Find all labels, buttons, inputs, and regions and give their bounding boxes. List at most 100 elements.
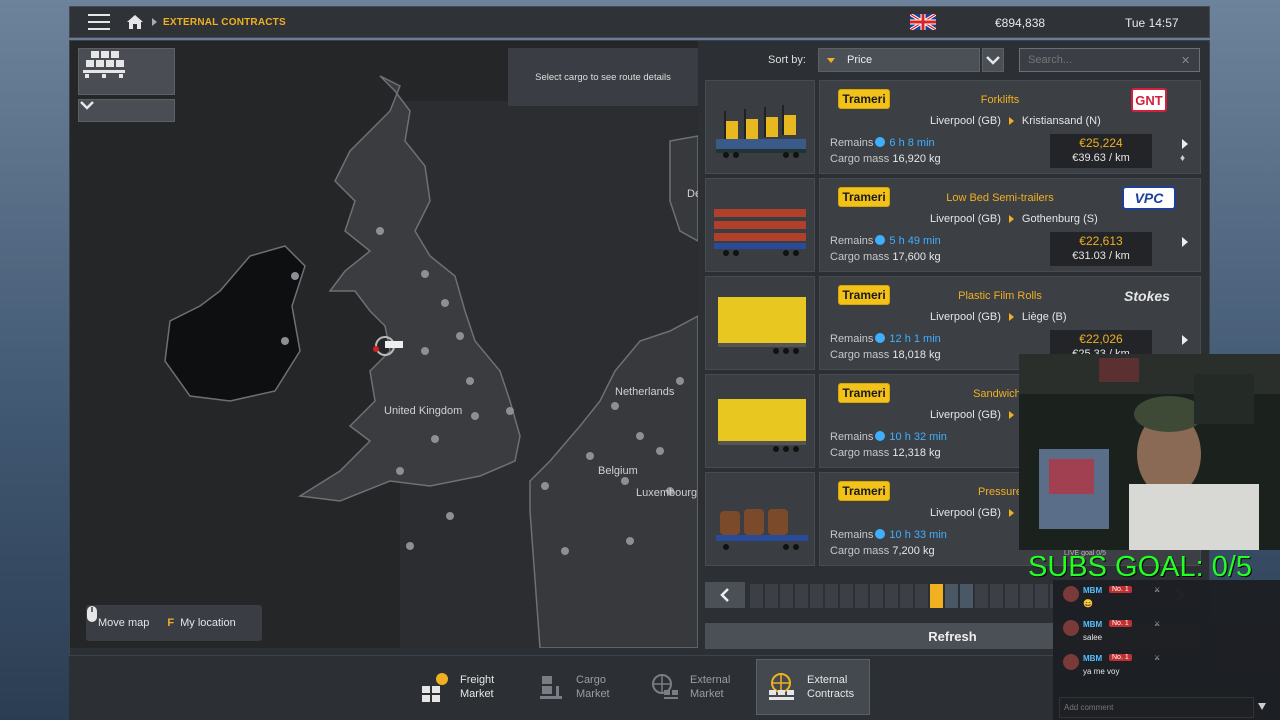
remains-row: Remains 12 h 1 min bbox=[830, 333, 941, 345]
chevron-right-icon[interactable] bbox=[1182, 237, 1188, 247]
tab-external-contracts[interactable]: External Contracts bbox=[756, 659, 870, 715]
sort-select[interactable]: Price bbox=[818, 48, 980, 72]
route-from: Liverpool (GB) bbox=[930, 213, 1001, 225]
page-segment[interactable] bbox=[810, 584, 823, 608]
breadcrumb[interactable]: EXTERNAL CONTRACTS bbox=[163, 17, 286, 28]
route-from: Liverpool (GB) bbox=[930, 311, 1001, 323]
company-logo: Trameri bbox=[838, 383, 890, 403]
webcam-overlay bbox=[1019, 354, 1280, 550]
menu-icon[interactable] bbox=[88, 14, 110, 30]
page-segment[interactable] bbox=[990, 584, 1003, 608]
page-segment[interactable] bbox=[825, 584, 838, 608]
chevron-right-icon[interactable] bbox=[1182, 139, 1188, 149]
chat-username: MBM bbox=[1083, 620, 1103, 629]
offer-details[interactable]: Trameri Forklifts Liverpool (GB) Kristia… bbox=[819, 80, 1201, 174]
cargo-filter-button[interactable] bbox=[78, 48, 175, 95]
page-segment[interactable] bbox=[945, 584, 958, 608]
remains-value: 6 h 8 min bbox=[889, 137, 935, 149]
page-segment[interactable] bbox=[765, 584, 778, 608]
offer-details[interactable]: Trameri Low Bed Semi-trailers Liverpool … bbox=[819, 178, 1201, 272]
mass-row: Cargo mass 7,200 kg bbox=[830, 545, 935, 557]
page-segment[interactable] bbox=[1035, 584, 1048, 608]
cargo-name: Plastic Film Rolls bbox=[958, 290, 1042, 302]
clock-icon bbox=[875, 137, 886, 147]
sort-direction-icon bbox=[827, 57, 835, 63]
price: €22,613 bbox=[1079, 234, 1123, 248]
page-segment[interactable] bbox=[870, 584, 883, 608]
company-logo: Trameri bbox=[838, 89, 890, 109]
chat-input[interactable] bbox=[1059, 697, 1254, 718]
tab-cargo-market-line1: Cargo bbox=[576, 674, 606, 686]
curtain-trailer-cargo-image bbox=[705, 374, 815, 468]
move-map-label: Move map bbox=[98, 617, 150, 629]
page-segment[interactable] bbox=[1005, 584, 1018, 608]
company-logo: Trameri bbox=[838, 285, 890, 305]
page-segment[interactable] bbox=[915, 584, 928, 608]
mass-label: Cargo mass bbox=[830, 545, 890, 557]
avatar bbox=[1063, 620, 1079, 636]
tab-external-market[interactable]: External Market bbox=[640, 659, 754, 715]
moderator-icon: ⚔ bbox=[1154, 655, 1161, 662]
map-label-luxembourg: Luxembourg bbox=[636, 487, 698, 499]
previous-page-button[interactable] bbox=[705, 582, 745, 608]
tab-external-contracts-line1: External bbox=[807, 674, 848, 686]
page-segment[interactable] bbox=[960, 584, 973, 608]
pressure-vessels-cargo-image bbox=[705, 472, 815, 566]
cargo-pallet-icon bbox=[83, 51, 125, 78]
page-segment[interactable] bbox=[975, 584, 988, 608]
page-segment[interactable] bbox=[840, 584, 853, 608]
close-icon[interactable]: ✕ bbox=[1181, 54, 1190, 67]
chevron-left-icon bbox=[720, 588, 729, 602]
offer-row[interactable]: Trameri Low Bed Semi-trailers Liverpool … bbox=[705, 178, 1201, 272]
mass-row: Cargo mass 18,018 kg bbox=[830, 349, 941, 361]
tab-external-market-line1: External bbox=[690, 674, 731, 686]
home-icon[interactable] bbox=[126, 14, 144, 30]
collapse-button[interactable] bbox=[78, 99, 175, 122]
mass-label: Cargo mass bbox=[830, 349, 890, 361]
tab-freight-market[interactable]: Freight Market bbox=[410, 659, 524, 715]
offer-row[interactable]: Trameri Forklifts Liverpool (GB) Kristia… bbox=[705, 80, 1201, 174]
chat-text: salee bbox=[1083, 633, 1103, 642]
low-bed-trailers-cargo-image bbox=[705, 178, 815, 272]
page-segment[interactable] bbox=[780, 584, 793, 608]
page-segment[interactable] bbox=[900, 584, 913, 608]
mass-row: Cargo mass 12,318 kg bbox=[830, 447, 941, 459]
map-canvas[interactable] bbox=[70, 41, 698, 648]
route-from: Liverpool (GB) bbox=[930, 115, 1001, 127]
route-from: Liverpool (GB) bbox=[930, 409, 1001, 421]
tab-cargo-market[interactable]: Cargo Market bbox=[526, 659, 640, 715]
remains-label: Remains bbox=[830, 333, 874, 345]
clock-icon bbox=[875, 333, 886, 343]
clock-icon bbox=[875, 431, 886, 441]
sort-dropdown-button[interactable] bbox=[982, 48, 1004, 72]
chevron-right-icon[interactable] bbox=[1182, 335, 1188, 345]
send-icon[interactable] bbox=[1258, 703, 1266, 710]
my-location-button[interactable]: My location bbox=[180, 617, 236, 629]
remains-value: 10 h 32 min bbox=[889, 431, 947, 443]
page-segment[interactable] bbox=[885, 584, 898, 608]
route-to: Liège (B) bbox=[1021, 311, 1067, 323]
company-logo: Trameri bbox=[838, 187, 890, 207]
page-segment[interactable] bbox=[795, 584, 808, 608]
uk-flag-icon[interactable] bbox=[910, 14, 936, 30]
chat-username: MBM bbox=[1083, 654, 1103, 663]
price-box: €25,224 €39.63 / km bbox=[1050, 134, 1152, 168]
map-help-panel: Move map F My location bbox=[86, 605, 262, 641]
page-segment[interactable] bbox=[855, 584, 868, 608]
tab-external-contracts-line2: Contracts bbox=[807, 688, 855, 700]
chat-badge: No. 1 bbox=[1109, 620, 1132, 627]
remains-row: Remains 6 h 8 min bbox=[830, 137, 935, 149]
route-from: Liverpool (GB) bbox=[930, 507, 1001, 519]
search-input[interactable] bbox=[1019, 48, 1200, 72]
page-segment[interactable] bbox=[930, 584, 943, 608]
page-segment[interactable] bbox=[1020, 584, 1033, 608]
remains-row: Remains 10 h 32 min bbox=[830, 431, 947, 443]
forklifts-cargo-image bbox=[705, 80, 815, 174]
mass-value: 17,600 kg bbox=[892, 251, 941, 263]
mass-value: 7,200 kg bbox=[892, 545, 935, 557]
price-box: €22,613 €31.03 / km bbox=[1050, 232, 1152, 266]
price-per-km: €39.63 / km bbox=[1072, 152, 1130, 164]
page-segment[interactable] bbox=[750, 584, 763, 608]
map-view[interactable]: United Kingdom Netherlands Belgium Luxem… bbox=[70, 41, 698, 648]
map-label-belgium: Belgium bbox=[598, 465, 638, 477]
